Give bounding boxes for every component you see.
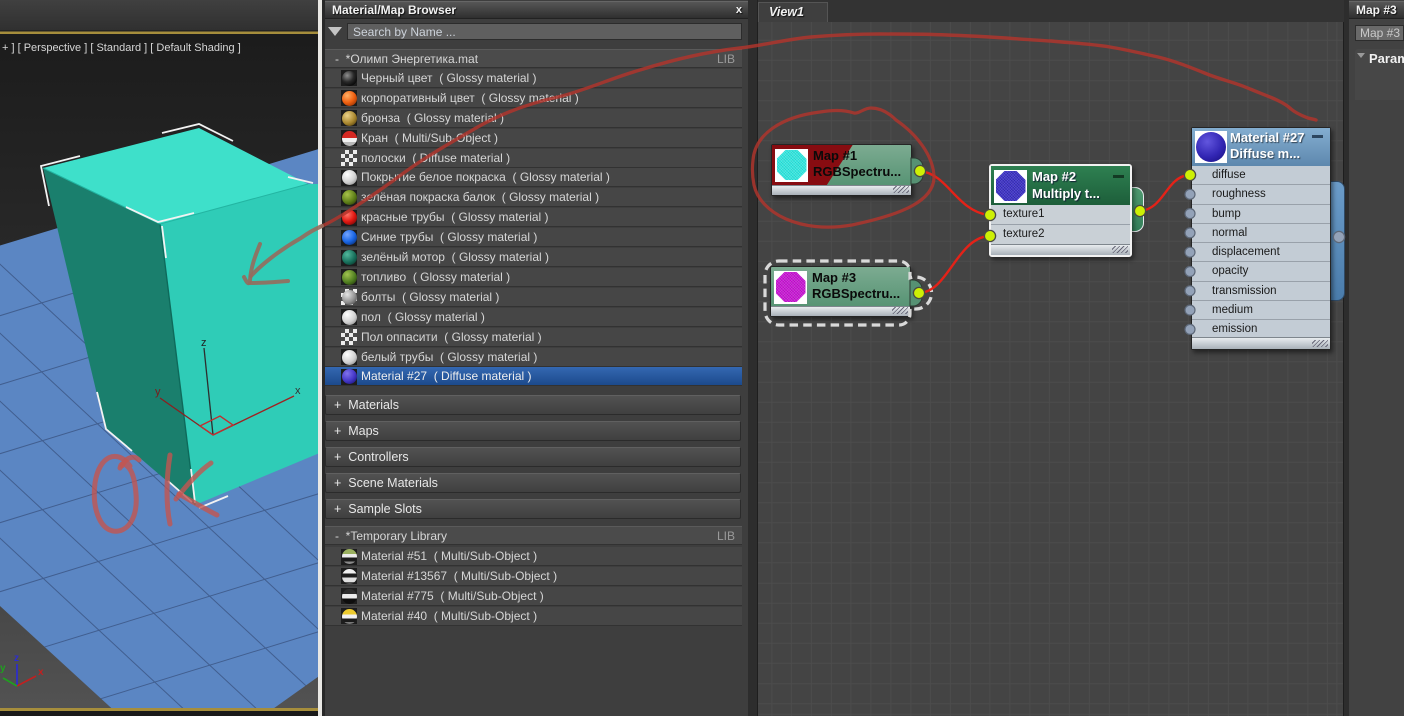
svg-text:z: z (201, 337, 207, 349)
svg-text:x: x (295, 385, 301, 397)
svg-text:z: z (14, 653, 19, 664)
svg-text:x: x (38, 667, 44, 678)
svg-text:y: y (155, 386, 161, 398)
svg-text:+ ] [ Perspective ] [ Standard: + ] [ Perspective ] [ Standard ] [ Defau… (2, 42, 241, 54)
svg-text:y: y (0, 663, 6, 674)
